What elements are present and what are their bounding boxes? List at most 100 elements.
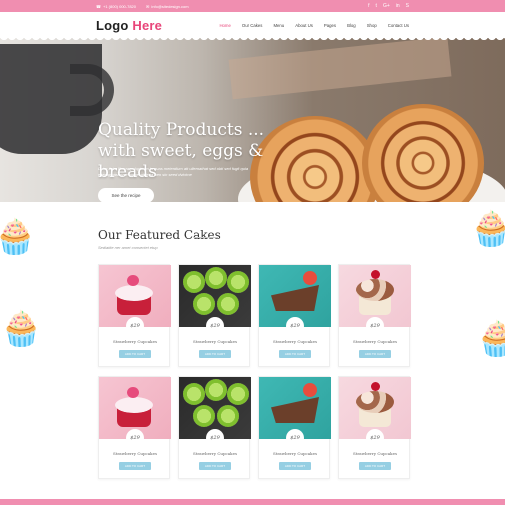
berry-shape [303,271,317,285]
product-name[interactable]: Strawberry Cupcakes [259,451,331,456]
cupcake-frosting [115,397,153,413]
add-to-cart-button[interactable]: ADD TO CART [119,462,151,470]
phone-icon: ☎ [96,3,101,9]
product-card[interactable]: $29 Strawberry Cupcakes ADD TO CART [338,264,411,367]
cupcake-shape [217,405,239,427]
cupcake-decoration-icon: 🧁 [470,210,505,248]
product-name[interactable]: Strawberry Cupcakes [99,339,171,344]
twitter-icon[interactable]: t [376,3,377,9]
main-nav: Home Our Cakes Menu About Us Pages Blog … [219,23,409,28]
email-address: info@sitedesign.com [151,3,189,9]
cupcake-shape [217,293,239,315]
cake-slice-shape [271,397,319,423]
cupcake-frosting [356,391,394,413]
product-card[interactable]: $29 Strawberry Cupcakes ADD TO CART [98,264,171,367]
logo-accent-text: Here [132,17,163,33]
cherry-topping [371,270,380,279]
add-to-cart-button[interactable]: ADD TO CART [119,350,151,358]
product-card[interactable]: $29 Strawberry Cupcakes ADD TO CART [178,376,251,479]
product-card[interactable]: $29 Strawberry Cupcakes ADD TO CART [178,264,251,367]
price-badge: $29 [286,429,304,447]
nav-item-blog[interactable]: Blog [347,23,356,28]
product-row: $29 Strawberry Cupcakes ADD TO CART $29 … [98,376,411,479]
product-card[interactable]: $29 Strawberry Cupcakes ADD TO CART [258,376,331,479]
nav-item-about-us[interactable]: About Us [295,23,313,28]
logo[interactable]: Logo Here [96,18,162,33]
product-name[interactable]: Strawberry Cupcakes [259,339,331,344]
phone-number: +1 (800) 000-7820 [102,3,137,9]
social-links: f t G+ in S [368,3,409,9]
nav-item-contact-us[interactable]: Contact Us [388,23,409,28]
product-grid: $29 Strawberry Cupcakes ADD TO CART $29 … [98,264,411,488]
product-name[interactable]: Strawberry Cupcakes [179,339,251,344]
price-badge: $29 [366,429,384,447]
product-name[interactable]: Strawberry Cupcakes [99,451,171,456]
cupcake-decoration-icon: 🧁 [476,320,505,358]
cherry-topping [371,382,380,391]
section-title: Our Featured Cakes [98,228,221,242]
add-to-cart-button[interactable]: ADD TO CART [359,350,391,358]
featured-section: 🧁 🧁 🧁 🧁 Our Featured Cakes Sediatite ner… [0,202,505,505]
heart-topping [127,387,139,398]
cupcake-shape [193,293,215,315]
product-card[interactable]: $29 Strawberry Cupcakes ADD TO CART [98,376,171,479]
nav-item-our-cakes[interactable]: Our Cakes [242,23,263,28]
price-badge: $29 [126,429,144,447]
nav-item-shop[interactable]: Shop [367,23,377,28]
hero-book-image [228,38,452,100]
add-to-cart-button[interactable]: ADD TO CART [199,462,231,470]
add-to-cart-button[interactable]: ADD TO CART [199,350,231,358]
product-card[interactable]: $29 Strawberry Cupcakes ADD TO CART [258,264,331,367]
cupcake-decoration-icon: 🧁 [0,310,43,348]
phone-contact[interactable]: ☎ +1 (800) 000-7820 [96,4,136,9]
price-badge: $29 [206,429,224,447]
price-badge: $29 [206,317,224,335]
cupcake-frosting [115,285,153,301]
price-badge: $29 [366,317,384,335]
product-name[interactable]: Strawberry Cupcakes [179,451,251,456]
header: Logo Here Home Our Cakes Menu About Us P… [0,12,505,38]
linkedin-icon[interactable]: in [396,3,400,9]
cupcake-decoration-icon: 🧁 [0,218,37,256]
top-bar: ☎ +1 (800) 000-7820 ✉ info@sitedesign.com … [0,0,505,12]
section-title-divider [194,237,218,238]
cinnamon-roll-image [362,104,484,202]
envelope-icon: ✉ [146,3,150,9]
product-name[interactable]: Strawberry Cupcakes [339,451,411,456]
hero-subtitle: Dolor iluim liberra puluptusm ia quas me… [98,166,249,177]
cake-slice-shape [271,285,319,311]
see-recipe-button[interactable]: See the recipe [98,188,154,202]
price-badge: $29 [286,317,304,335]
heart-topping [127,275,139,286]
cupcake-shape [205,379,227,401]
nav-item-menu[interactable]: Menu [273,23,284,28]
email-contact[interactable]: ✉ info@sitedesign.com [146,4,189,9]
product-row: $29 Strawberry Cupcakes ADD TO CART $29 … [98,264,411,367]
hero-title-line1: Quality Products ... [98,120,265,140]
google-plus-icon[interactable]: G+ [383,3,390,9]
product-card[interactable]: $29 Strawberry Cupcakes ADD TO CART [338,376,411,479]
cupcake-shape [193,405,215,427]
cupcake-shape [183,383,205,405]
cupcake-shape [205,267,227,289]
hero-mug-handle [70,64,114,116]
add-to-cart-button[interactable]: ADD TO CART [359,462,391,470]
nav-item-home[interactable]: Home [219,23,230,28]
page: ☎ +1 (800) 000-7820 ✉ info@sitedesign.com … [0,0,505,505]
cupcake-shape [227,271,249,293]
price-badge: $29 [126,317,144,335]
berry-shape [303,383,317,397]
section-subtitle: Sediatite ner amet consectet etup [98,245,158,250]
facebook-icon[interactable]: f [368,3,369,9]
cupcake-shape [227,383,249,405]
hero-banner: Quality Products ... with sweet, eggs & b… [0,38,505,202]
logo-main-text: Logo [96,17,133,33]
cupcake-frosting [356,279,394,301]
scallop-divider [0,36,505,42]
skype-icon[interactable]: S [406,3,409,9]
product-name[interactable]: Strawberry Cupcakes [339,339,411,344]
add-to-cart-button[interactable]: ADD TO CART [279,462,311,470]
add-to-cart-button[interactable]: ADD TO CART [279,350,311,358]
contact-info: ☎ +1 (800) 000-7820 ✉ info@sitedesign.com [96,4,189,9]
nav-item-pages[interactable]: Pages [324,23,336,28]
